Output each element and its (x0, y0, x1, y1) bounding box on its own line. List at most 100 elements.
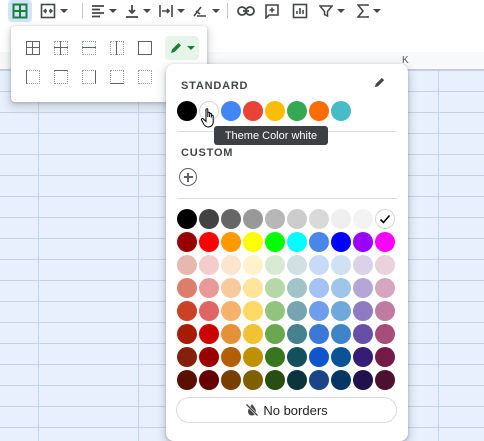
no-borders-button[interactable]: No borders (176, 397, 397, 423)
standard-color-swatch[interactable] (177, 101, 197, 121)
palette-color-swatch[interactable] (287, 301, 307, 321)
standard-color-swatch[interactable] (243, 101, 263, 121)
text-wrapping-button[interactable] (157, 0, 187, 22)
palette-color-swatch[interactable] (331, 232, 351, 252)
borders-button[interactable] (8, 0, 32, 22)
palette-color-swatch[interactable] (243, 370, 263, 390)
palette-color-swatch[interactable] (243, 232, 263, 252)
palette-color-swatch[interactable] (375, 232, 395, 252)
palette-color-swatch[interactable] (177, 370, 197, 390)
palette-color-swatch[interactable] (199, 278, 219, 298)
standard-color-swatch[interactable] (265, 101, 285, 121)
palette-color-swatch[interactable] (353, 301, 373, 321)
palette-color-swatch[interactable] (375, 324, 395, 344)
palette-color-swatch[interactable] (287, 255, 307, 275)
palette-color-swatch[interactable] (353, 347, 373, 367)
palette-color-swatch[interactable] (199, 209, 219, 229)
palette-color-swatch[interactable] (243, 301, 263, 321)
palette-color-swatch[interactable] (265, 301, 285, 321)
palette-color-swatch[interactable] (309, 232, 329, 252)
palette-color-swatch[interactable] (177, 278, 197, 298)
palette-color-swatch[interactable] (265, 255, 285, 275)
insert-comment-button[interactable] (258, 0, 286, 22)
all-borders-icon[interactable] (26, 41, 40, 55)
palette-color-swatch[interactable] (243, 278, 263, 298)
bottom-border-icon[interactable] (110, 70, 124, 84)
palette-color-swatch[interactable] (287, 278, 307, 298)
add-custom-color-button[interactable] (179, 168, 197, 186)
palette-color-swatch[interactable] (309, 209, 329, 229)
palette-color-swatch[interactable] (221, 278, 241, 298)
standard-color-swatch[interactable] (221, 101, 241, 121)
vertical-align-button[interactable] (123, 0, 153, 22)
palette-color-swatch[interactable] (243, 324, 263, 344)
palette-color-swatch[interactable] (375, 301, 395, 321)
palette-color-swatch[interactable] (309, 278, 329, 298)
palette-color-swatch[interactable] (221, 232, 241, 252)
palette-color-swatch[interactable] (199, 232, 219, 252)
palette-color-swatch[interactable] (243, 347, 263, 367)
palette-color-swatch[interactable] (375, 209, 395, 229)
palette-color-swatch[interactable] (265, 347, 285, 367)
palette-color-swatch[interactable] (331, 255, 351, 275)
palette-color-swatch[interactable] (287, 370, 307, 390)
palette-color-swatch[interactable] (353, 370, 373, 390)
palette-color-swatch[interactable] (309, 324, 329, 344)
horizontal-align-button[interactable] (89, 0, 119, 22)
palette-color-swatch[interactable] (265, 324, 285, 344)
vertical-borders-icon[interactable] (110, 41, 124, 55)
palette-color-swatch[interactable] (221, 301, 241, 321)
horizontal-borders-icon[interactable] (82, 41, 96, 55)
palette-color-swatch[interactable] (287, 232, 307, 252)
left-border-icon[interactable] (26, 70, 40, 84)
functions-button[interactable] (354, 0, 384, 22)
merge-cells-button[interactable] (32, 0, 76, 22)
insert-link-button[interactable] (234, 0, 258, 22)
palette-color-swatch[interactable] (331, 301, 351, 321)
palette-color-swatch[interactable] (199, 324, 219, 344)
palette-color-swatch[interactable] (265, 370, 285, 390)
outer-borders-icon[interactable] (138, 41, 152, 55)
palette-color-swatch[interactable] (221, 324, 241, 344)
palette-color-swatch[interactable] (177, 347, 197, 367)
top-border-icon[interactable] (54, 70, 68, 84)
palette-color-swatch[interactable] (177, 301, 197, 321)
palette-color-swatch[interactable] (177, 209, 197, 229)
palette-color-swatch[interactable] (375, 255, 395, 275)
palette-color-swatch[interactable] (331, 370, 351, 390)
palette-color-swatch[interactable] (287, 324, 307, 344)
palette-color-swatch[interactable] (177, 232, 197, 252)
standard-color-swatch[interactable] (287, 101, 307, 121)
palette-color-swatch[interactable] (221, 209, 241, 229)
right-border-icon[interactable] (82, 70, 96, 84)
palette-color-swatch[interactable] (331, 324, 351, 344)
palette-color-swatch[interactable] (265, 232, 285, 252)
palette-color-swatch[interactable] (353, 255, 373, 275)
palette-color-swatch[interactable] (331, 278, 351, 298)
clear-borders-icon[interactable] (138, 70, 152, 84)
inner-borders-icon[interactable] (54, 41, 68, 55)
palette-color-swatch[interactable] (177, 324, 197, 344)
palette-color-swatch[interactable] (199, 301, 219, 321)
palette-color-swatch[interactable] (177, 255, 197, 275)
palette-color-swatch[interactable] (375, 278, 395, 298)
palette-color-swatch[interactable] (309, 370, 329, 390)
palette-color-swatch[interactable] (353, 278, 373, 298)
palette-color-swatch[interactable] (353, 209, 373, 229)
standard-color-swatch[interactable] (309, 101, 329, 121)
palette-color-swatch[interactable] (309, 301, 329, 321)
palette-color-swatch[interactable] (243, 255, 263, 275)
palette-color-swatch[interactable] (221, 370, 241, 390)
palette-color-swatch[interactable] (331, 347, 351, 367)
palette-color-swatch[interactable] (265, 278, 285, 298)
palette-color-swatch[interactable] (375, 370, 395, 390)
standard-color-swatch[interactable] (331, 101, 351, 121)
palette-color-swatch[interactable] (287, 347, 307, 367)
palette-color-swatch[interactable] (199, 255, 219, 275)
palette-color-swatch[interactable] (353, 324, 373, 344)
palette-color-swatch[interactable] (265, 209, 285, 229)
text-rotation-button[interactable] (191, 0, 221, 22)
palette-color-swatch[interactable] (331, 209, 351, 229)
palette-color-swatch[interactable] (309, 255, 329, 275)
palette-color-swatch[interactable] (309, 347, 329, 367)
